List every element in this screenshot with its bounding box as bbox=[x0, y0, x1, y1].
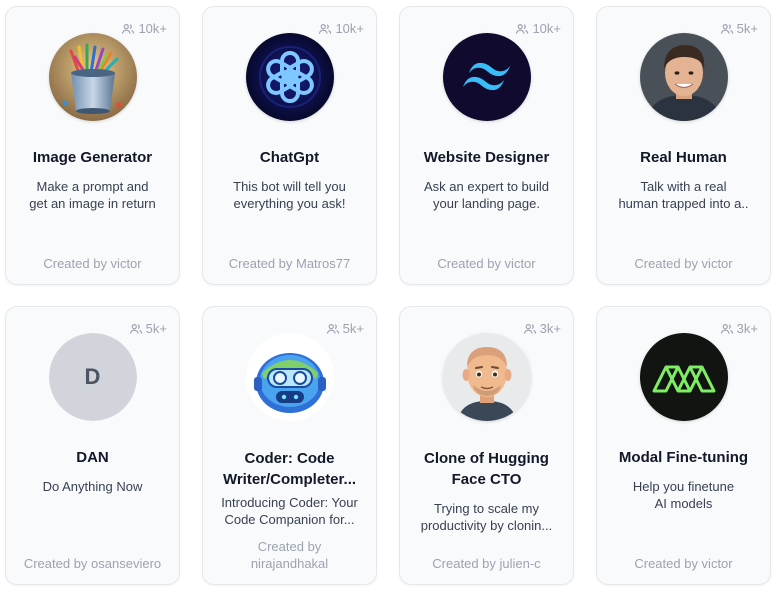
assistant-description: This bot will tell you everything you as… bbox=[233, 179, 346, 211]
avatar-letter: D bbox=[48, 333, 137, 421]
assistant-title: Coder: Code Writer/Completer... bbox=[222, 450, 357, 488]
users-icon bbox=[523, 323, 536, 334]
user-count: 3k+ bbox=[523, 321, 561, 336]
assistant-description: Trying to scale my productivity by cloni… bbox=[420, 501, 553, 533]
user-count: 10k+ bbox=[515, 21, 561, 36]
openai-logo-icon bbox=[245, 33, 334, 121]
assistant-creator: Created by osanseviero bbox=[23, 556, 162, 571]
users-icon bbox=[326, 323, 339, 334]
assistant-creator: Created by victor bbox=[634, 556, 733, 571]
assistant-title: Clone of Hugging Face CTO bbox=[424, 450, 549, 488]
user-count: 5k+ bbox=[129, 321, 167, 336]
assistant-title: Website Designer bbox=[423, 149, 550, 166]
assistant-card-coder[interactable]: 5k+ Coder: Code Writer/Completer... Intr… bbox=[202, 306, 377, 585]
paint-bucket-icon bbox=[48, 33, 137, 121]
user-count: 10k+ bbox=[121, 21, 167, 36]
assistant-creator: Created by nirajandhakal bbox=[250, 539, 329, 571]
assistants-grid: 10k+ Image Generator Make a prompt and g… bbox=[0, 0, 776, 599]
assistant-description: Make a prompt and get an image in return bbox=[29, 179, 156, 211]
users-icon bbox=[516, 23, 529, 34]
users-icon bbox=[319, 23, 332, 34]
users-icon bbox=[129, 323, 142, 334]
assistant-description: Talk with a real human trapped into a.. bbox=[618, 179, 749, 211]
assistant-card-website-designer[interactable]: 10k+ Website Designer Ask an expert to b… bbox=[399, 6, 574, 285]
assistant-card-hugging-face-cto[interactable]: 3k+ Clone of Hugging Face CTO Trying to … bbox=[399, 306, 574, 585]
assistant-card-chatgpt[interactable]: 10k+ ChatGpt This bot will tell you ever… bbox=[202, 6, 377, 285]
robot-mascot-icon bbox=[245, 333, 334, 421]
users-icon bbox=[720, 323, 733, 334]
memoji-face-icon bbox=[442, 333, 531, 421]
assistant-creator: Created by victor bbox=[437, 256, 536, 271]
assistant-description: Do Anything Now bbox=[42, 479, 143, 494]
assistant-title: ChatGpt bbox=[259, 149, 320, 166]
assistant-creator: Created by victor bbox=[43, 256, 142, 271]
assistant-title: Image Generator bbox=[32, 149, 153, 166]
assistant-title: Real Human bbox=[640, 149, 727, 166]
assistant-creator: Created by Matros77 bbox=[228, 256, 351, 271]
user-count: 5k+ bbox=[720, 21, 758, 36]
assistant-title: Modal Fine-tuning bbox=[618, 449, 749, 466]
assistant-title: DAN bbox=[76, 449, 109, 466]
users-icon bbox=[122, 23, 135, 34]
users-icon bbox=[720, 23, 733, 34]
modal-logo-icon bbox=[639, 333, 728, 421]
assistant-card-modal-fine-tuning[interactable]: 3k+ Modal Fine-tuning Help you finetune … bbox=[596, 306, 771, 585]
assistant-description: Ask an expert to build your landing page… bbox=[423, 179, 550, 211]
human-portrait-icon bbox=[639, 33, 728, 121]
assistant-description: Introducing Coder: Your Code Companion f… bbox=[221, 495, 358, 527]
user-count: 5k+ bbox=[326, 321, 364, 336]
assistant-card-real-human[interactable]: 5k+ Real Human Talk with a real human tr… bbox=[596, 6, 771, 285]
assistant-creator: Created by julien-c bbox=[432, 556, 541, 571]
user-count: 3k+ bbox=[720, 321, 758, 336]
assistant-card-image-generator[interactable]: 10k+ Image Generator Make a prompt and g… bbox=[5, 6, 180, 285]
user-count: 10k+ bbox=[318, 21, 364, 36]
assistant-description: Help you finetune AI models bbox=[632, 479, 735, 511]
assistant-creator: Created by victor bbox=[634, 256, 733, 271]
assistant-card-dan[interactable]: 5k+ D DAN Do Anything Now Created by osa… bbox=[5, 306, 180, 585]
tailwind-logo-icon bbox=[442, 33, 531, 121]
